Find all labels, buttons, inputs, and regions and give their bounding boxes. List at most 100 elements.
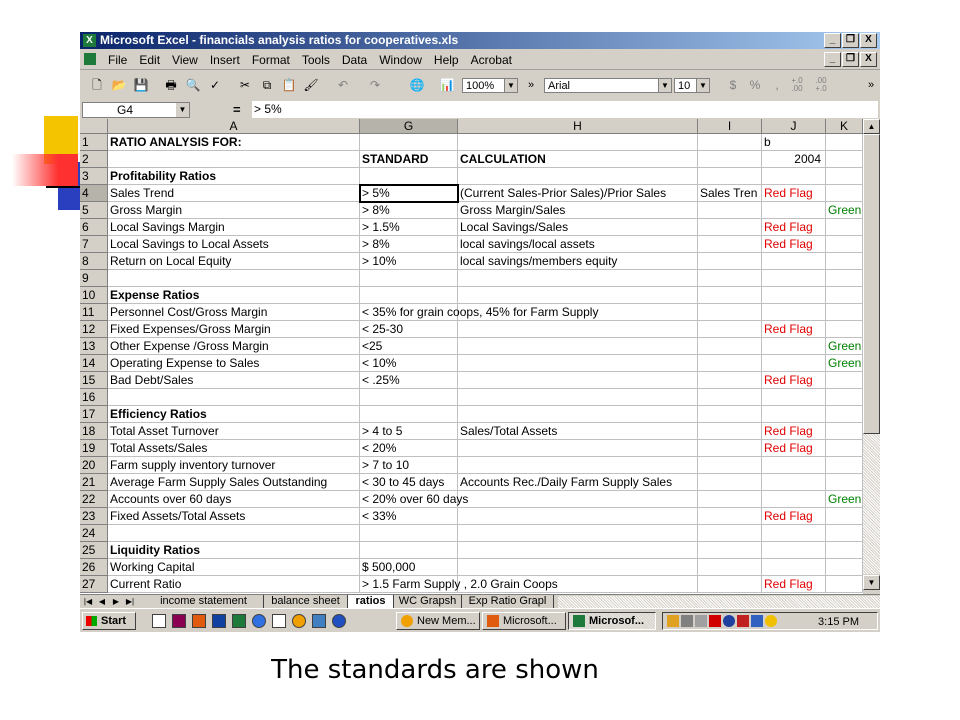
cell-h19[interactable] xyxy=(458,440,698,457)
taskbar-item-microsoft[interactable]: Microsoft... xyxy=(482,612,566,630)
cell-a15[interactable]: Bad Debt/Sales xyxy=(108,372,360,389)
cell-i22[interactable] xyxy=(698,491,762,508)
cell-h13[interactable] xyxy=(458,338,698,355)
cell-i5[interactable] xyxy=(698,202,762,219)
cell-j21[interactable] xyxy=(762,474,826,491)
cell-g18[interactable]: > 4 to 5 xyxy=(360,423,458,440)
cell-i3[interactable] xyxy=(698,168,762,185)
cell-g16[interactable] xyxy=(360,389,458,406)
cell-a1[interactable]: RATIO ANALYSIS FOR: xyxy=(108,134,360,151)
quick-launch-icon[interactable] xyxy=(312,614,326,628)
cell-i11[interactable] xyxy=(698,304,762,321)
start-button[interactable]: Start xyxy=(82,612,136,630)
row-header[interactable]: 3 xyxy=(80,168,108,185)
cell-i19[interactable] xyxy=(698,440,762,457)
cell-k22[interactable]: Green xyxy=(826,491,863,508)
cell-h23[interactable] xyxy=(458,508,698,525)
first-sheet-icon[interactable]: |◀ xyxy=(82,596,94,608)
row-header[interactable]: 11 xyxy=(80,304,108,321)
cell-j2[interactable]: 2004 xyxy=(762,151,826,168)
access-icon[interactable] xyxy=(172,614,186,628)
row-header[interactable]: 2 xyxy=(80,151,108,168)
cell-a12[interactable]: Fixed Expenses/Gross Margin xyxy=(108,321,360,338)
cell-h21[interactable]: Accounts Rec./Daily Farm Supply Sales xyxy=(458,474,698,491)
cell-g5[interactable]: > 8% xyxy=(360,202,458,219)
cell-k6[interactable] xyxy=(826,219,863,236)
tray-app-icon[interactable] xyxy=(751,615,763,627)
cell-i15[interactable] xyxy=(698,372,762,389)
decrease-decimal-button[interactable]: .00 +.0 xyxy=(812,77,830,93)
row-header[interactable]: 14 xyxy=(80,355,108,372)
cell-g26[interactable]: $ 500,000 xyxy=(360,559,458,576)
horizontal-scrollbar[interactable] xyxy=(558,596,880,608)
font-size-select[interactable]: 10 ▼ xyxy=(674,78,710,93)
volume-icon[interactable] xyxy=(681,615,693,627)
cell-a2[interactable] xyxy=(108,151,360,168)
vertical-scrollbar[interactable]: ▲ ▼ xyxy=(863,119,880,594)
row-header[interactable]: 12 xyxy=(80,321,108,338)
cell-k10[interactable] xyxy=(826,287,863,304)
copy-icon[interactable]: ⧉ xyxy=(258,77,276,93)
cell-g19[interactable]: < 20% xyxy=(360,440,458,457)
cell-j19[interactable]: Red Flag xyxy=(762,440,826,457)
cell-k13[interactable]: Green xyxy=(826,338,863,355)
redo-icon[interactable]: ↷ xyxy=(366,77,384,93)
formatting-options-icon[interactable]: » xyxy=(862,77,880,93)
taskbar-item-new-memo[interactable]: New Mem... xyxy=(396,612,480,630)
cell-h20[interactable] xyxy=(458,457,698,474)
cell-i16[interactable] xyxy=(698,389,762,406)
row-header[interactable]: 10 xyxy=(80,287,108,304)
cell-g7[interactable]: > 8% xyxy=(360,236,458,253)
tab-income-statement[interactable]: income statement xyxy=(144,595,264,608)
cell-h1[interactable] xyxy=(458,134,698,151)
cell-i25[interactable] xyxy=(698,542,762,559)
cell-j8[interactable] xyxy=(762,253,826,270)
cell-g25[interactable] xyxy=(360,542,458,559)
row-header[interactable]: 21 xyxy=(80,474,108,491)
column-header-g[interactable]: G xyxy=(360,119,458,134)
row-header[interactable]: 15 xyxy=(80,372,108,389)
cell-h26[interactable] xyxy=(458,559,698,576)
outlook-icon[interactable] xyxy=(272,614,286,628)
cell-g23[interactable]: < 33% xyxy=(360,508,458,525)
desktop-icon[interactable] xyxy=(152,614,166,628)
cell-i26[interactable] xyxy=(698,559,762,576)
cell-j16[interactable] xyxy=(762,389,826,406)
cell-k1[interactable] xyxy=(826,134,863,151)
save-icon[interactable]: 💾 xyxy=(132,77,150,93)
format-painter-icon[interactable]: 🖌 xyxy=(302,77,320,93)
row-header[interactable]: 6 xyxy=(80,219,108,236)
excel-icon[interactable] xyxy=(232,614,246,628)
cell-i12[interactable] xyxy=(698,321,762,338)
row-header[interactable]: 13 xyxy=(80,338,108,355)
row-header[interactable]: 5 xyxy=(80,202,108,219)
cell-g4[interactable]: > 5% xyxy=(359,184,459,203)
cell-k16[interactable] xyxy=(826,389,863,406)
cell-k4[interactable] xyxy=(826,185,863,202)
font-name-select[interactable]: Arial ▼ xyxy=(544,78,672,93)
cell-a18[interactable]: Total Asset Turnover xyxy=(108,423,360,440)
cell-g3[interactable] xyxy=(360,168,458,185)
cell-j10[interactable] xyxy=(762,287,826,304)
cell-h22[interactable] xyxy=(458,491,698,508)
column-header-a[interactable]: A xyxy=(108,119,360,134)
cell-j24[interactable] xyxy=(762,525,826,542)
cell-i21[interactable] xyxy=(698,474,762,491)
cell-i8[interactable] xyxy=(698,253,762,270)
cell-h10[interactable] xyxy=(458,287,698,304)
menu-file[interactable]: File xyxy=(108,53,127,67)
close-button[interactable]: X xyxy=(860,33,877,48)
cell-j25[interactable] xyxy=(762,542,826,559)
cell-i1[interactable] xyxy=(698,134,762,151)
cell-a24[interactable] xyxy=(108,525,360,542)
cell-a17[interactable]: Efficiency Ratios xyxy=(108,406,360,423)
cell-i17[interactable] xyxy=(698,406,762,423)
cell-k27[interactable] xyxy=(826,576,863,593)
zoom-select[interactable]: 100% ▼ xyxy=(462,78,518,93)
row-header[interactable]: 16 xyxy=(80,389,108,406)
toolbar-options-icon[interactable]: » xyxy=(522,77,540,93)
cell-j27[interactable]: Red Flag xyxy=(762,576,826,593)
column-header-j[interactable]: J xyxy=(762,119,826,134)
cell-j4[interactable]: Red Flag xyxy=(762,185,826,202)
print-preview-icon[interactable]: 🔍 xyxy=(184,77,202,93)
